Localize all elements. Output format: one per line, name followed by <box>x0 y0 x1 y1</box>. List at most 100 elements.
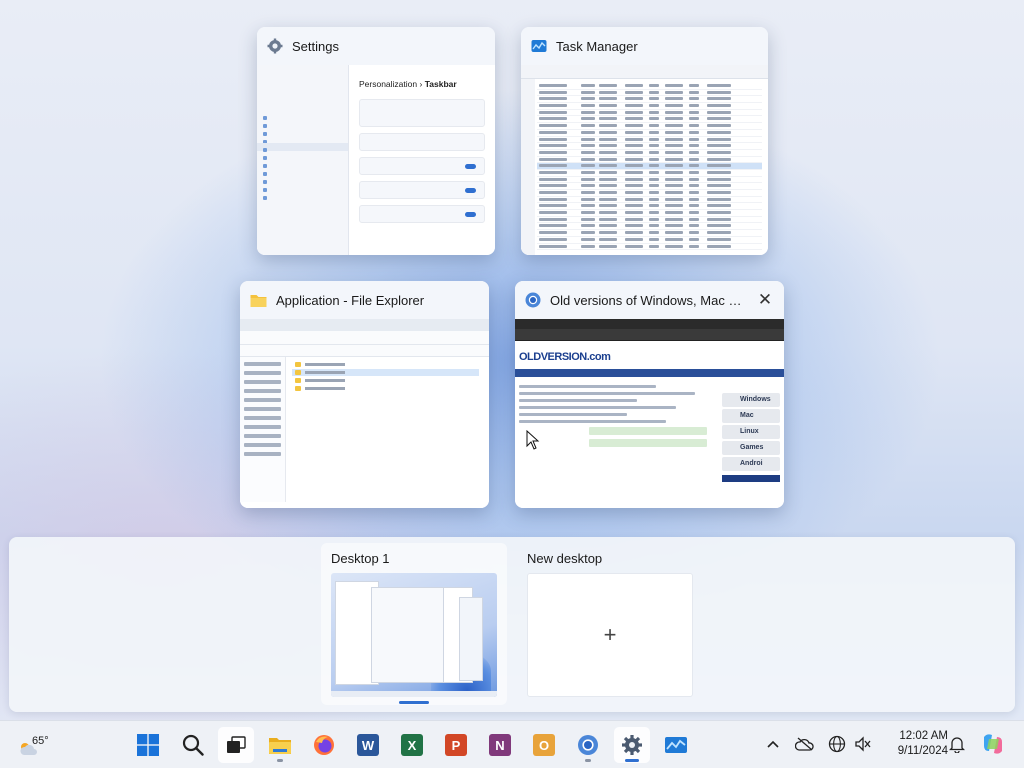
process-row <box>537 96 762 104</box>
onenote-icon: N <box>489 734 511 756</box>
process-row <box>537 150 762 157</box>
browser-addressbar <box>515 329 784 341</box>
desktop-1[interactable]: Desktop 1 <box>321 543 507 705</box>
start-button[interactable] <box>130 727 166 763</box>
nav-item <box>257 135 348 144</box>
folder-icon <box>269 738 291 754</box>
nav-item-active <box>257 143 348 152</box>
process-row <box>537 183 762 190</box>
onedrive-offline-icon[interactable] <box>794 733 816 755</box>
nav-item <box>257 119 348 128</box>
window-title: Settings <box>292 38 339 54</box>
window-thumbnail-file-explorer[interactable]: Application - File Explorer <box>240 281 489 508</box>
clock-date: 9/11/2024 <box>897 745 948 757</box>
taskbar: 65° W X P N O 12:02 AM 9/11/2024 <box>0 720 1024 768</box>
settings-card <box>359 157 485 175</box>
taskbar-outlook[interactable]: O <box>526 727 562 763</box>
file-item <box>292 361 479 368</box>
process-row <box>537 177 762 184</box>
process-row <box>537 130 762 137</box>
window-titlebar: Old versions of Windows, Mac a... ✕ <box>515 281 784 319</box>
explorer-tabs <box>240 319 489 331</box>
current-desktop-indicator <box>399 701 429 704</box>
task-view-button[interactable] <box>218 727 254 763</box>
close-icon[interactable]: ✕ <box>754 289 776 311</box>
firefox-icon <box>314 735 334 755</box>
notification-bell-icon[interactable] <box>946 733 968 755</box>
excel-icon: X <box>401 734 423 756</box>
nav-item <box>257 159 348 168</box>
chrome-icon <box>578 735 598 755</box>
window-title: Application - File Explorer <box>276 292 425 308</box>
process-row <box>537 123 762 130</box>
process-row <box>537 190 762 197</box>
volume-muted-icon[interactable] <box>852 733 874 755</box>
toggle-switch <box>465 164 476 169</box>
settings-card <box>359 133 485 151</box>
window-title: Task Manager <box>556 38 638 54</box>
process-row <box>537 237 762 244</box>
file-list <box>292 361 479 393</box>
toggle-switch <box>465 188 476 193</box>
file-item <box>292 385 479 392</box>
folder-icon <box>250 293 267 308</box>
copilot-icon[interactable] <box>980 731 1006 757</box>
process-row <box>537 110 762 117</box>
breadcrumb: Personalization › Taskbar <box>359 79 457 89</box>
nav-item <box>257 111 348 120</box>
taskbar-excel[interactable]: X <box>394 727 430 763</box>
outlook-icon: O <box>533 734 555 756</box>
settings-card <box>359 181 485 199</box>
taskbar-firefox[interactable] <box>306 727 342 763</box>
process-row <box>537 103 762 110</box>
process-row <box>537 197 762 204</box>
chevron-up-icon[interactable] <box>762 733 784 755</box>
weather-widget[interactable]: 65° <box>16 727 66 763</box>
search-button[interactable] <box>175 727 211 763</box>
taskbar-chrome[interactable] <box>570 727 606 763</box>
site-content <box>519 381 715 504</box>
windows-logo-icon <box>137 734 159 756</box>
window-preview: Personalization › Taskbar <box>257 65 495 255</box>
process-list <box>537 83 762 251</box>
explorer-nav-pane <box>240 357 286 502</box>
window-thumbnail-settings[interactable]: Settings Personalization › Taskbar <box>257 27 495 255</box>
process-row <box>537 90 762 97</box>
network-globe-icon[interactable] <box>826 733 848 755</box>
browser-tabs <box>515 319 784 329</box>
process-row <box>537 203 762 211</box>
taskbar-task-manager[interactable] <box>658 727 694 763</box>
top-contributors-header <box>722 475 780 482</box>
nav-item <box>257 127 348 136</box>
window-thumbnail-task-manager[interactable]: Task Manager <box>521 27 768 255</box>
task-manager-icon <box>665 737 687 753</box>
window-thumbnail-browser[interactable]: Old versions of Windows, Mac a... ✕ OLDV… <box>515 281 784 508</box>
process-row <box>537 244 762 251</box>
window-title: Old versions of Windows, Mac a... <box>550 292 745 308</box>
process-row <box>537 170 762 177</box>
gear-icon <box>622 735 642 755</box>
process-row <box>537 137 762 144</box>
nav-item <box>257 167 348 176</box>
chrome-icon <box>525 292 541 308</box>
taskbar-powerpoint[interactable]: P <box>438 727 474 763</box>
taskbar-onenote[interactable]: N <box>482 727 518 763</box>
task-manager-header <box>521 65 768 79</box>
site-nav <box>515 369 784 377</box>
window-titlebar: Settings <box>257 27 495 65</box>
process-row <box>537 230 762 237</box>
system-clock[interactable]: 12:02 AM 9/11/2024 <box>880 729 948 759</box>
process-row <box>537 116 762 124</box>
taskbar-settings[interactable] <box>614 727 650 763</box>
os-links: Windows Mac Linux Games Androi <box>722 393 780 482</box>
file-item-selected <box>292 369 479 376</box>
task-manager-sidebar <box>521 79 535 255</box>
taskbar-word[interactable]: W <box>350 727 386 763</box>
explorer-commandbar <box>240 345 489 357</box>
process-row <box>537 217 762 224</box>
new-desktop-button[interactable]: New desktop + <box>517 543 703 705</box>
settings-main: Personalization › Taskbar <box>349 65 495 255</box>
taskbar-file-explorer[interactable] <box>262 727 298 763</box>
window-titlebar: Task Manager <box>521 27 768 65</box>
nav-item <box>257 191 348 200</box>
